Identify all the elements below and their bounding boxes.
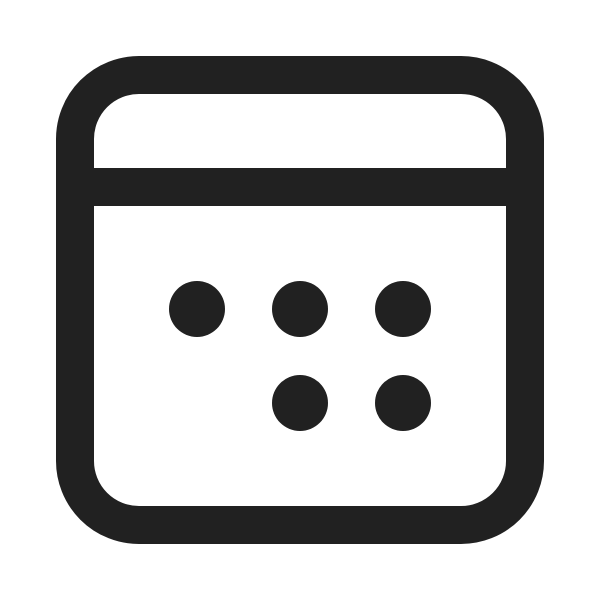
calendar-dot: [272, 375, 328, 431]
calendar-icon: [56, 56, 544, 544]
icon-canvas: [0, 0, 600, 600]
calendar-dot: [272, 281, 328, 337]
calendar-dot: [375, 281, 431, 337]
calendar-dot: [375, 375, 431, 431]
calendar-dot: [169, 281, 225, 337]
